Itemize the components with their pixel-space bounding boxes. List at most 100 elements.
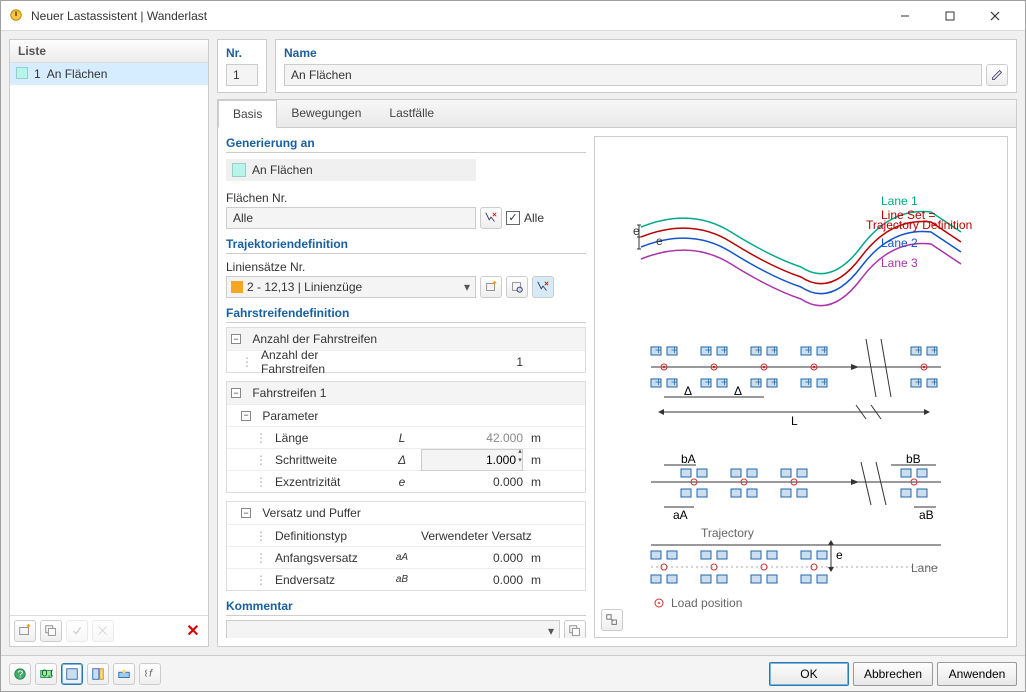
svg-text:+: + [821, 375, 828, 389]
svg-text:+: + [805, 343, 812, 357]
tab-bar: Basis Bewegungen Lastfälle [218, 100, 1016, 128]
list-item[interactable]: 1 An Flächen [10, 63, 208, 85]
list-panel: Liste 1 An Flächen ✕ [9, 39, 209, 647]
kommentar-combo[interactable]: ▾ [226, 620, 560, 638]
deftyp-val[interactable]: Verwendeter Versatz [417, 527, 557, 545]
edit-lineset-button[interactable] [506, 276, 528, 298]
collapse-icon[interactable]: − [231, 388, 241, 398]
pick-flaechen-button[interactable] [480, 207, 502, 229]
svg-text:e: e [836, 548, 843, 562]
ok-button[interactable]: OK [769, 662, 849, 686]
end-val[interactable]: 0.000 [417, 571, 527, 589]
footer-info-button[interactable]: ? [9, 663, 31, 685]
footer-units-button[interactable]: 0,00 [35, 663, 57, 685]
liniensaetze-combo[interactable]: 2 - 12,13 | Linienzüge ▾ [226, 276, 476, 298]
versatz-header: Versatz und Puffer [262, 506, 361, 520]
chevron-down-icon[interactable]: ▾ [459, 280, 475, 294]
new-item-button[interactable] [14, 620, 36, 642]
footer: ? 0,00 f OK Abbrechen Anwenden [1, 655, 1025, 691]
name-input[interactable]: An Flächen [284, 64, 982, 86]
svg-text:+: + [671, 343, 678, 357]
form-column: Generierung an An Flächen Flächen Nr. Al… [226, 136, 586, 638]
svg-text:Lane: Lane [911, 561, 938, 575]
window-controls [882, 2, 1017, 30]
trajektorie-section: Trajektoriendefinition Liniensätze Nr. 2… [226, 237, 586, 298]
svg-text:bA: bA [681, 452, 696, 466]
footer-view2-button[interactable] [87, 663, 109, 685]
anzahl-label: Anzahl der Fahrstreifen [261, 348, 383, 376]
collapse-icon[interactable]: − [231, 334, 241, 344]
kommentar-lib-button[interactable] [564, 620, 586, 638]
svg-text:+: + [771, 375, 778, 389]
generierung-value: An Flächen [252, 163, 313, 177]
collapse-icon[interactable]: − [241, 411, 251, 421]
param-table-versatz: − Versatz und Puffer ⋮Definitionstyp Ver… [226, 501, 586, 591]
footer-render-button[interactable] [113, 663, 135, 685]
content-area: Liste 1 An Flächen ✕ Nr. 1 [1, 31, 1025, 655]
schritt-unit: m [527, 451, 547, 469]
delete-button[interactable]: ✕ [182, 620, 204, 642]
laenge-label: Länge [275, 431, 308, 445]
name-label: Name [284, 46, 1008, 60]
footer-script-button[interactable]: f [139, 663, 161, 685]
generierung-title: Generierung an [226, 136, 586, 153]
exz-val[interactable]: 0.000 [417, 473, 527, 491]
list-item-label: An Flächen [47, 67, 108, 81]
spin-buttons[interactable]: ▴▾ [514, 448, 526, 466]
svg-text:+: + [755, 375, 762, 389]
generierung-value-box: An Flächen [226, 159, 476, 181]
anfang-sym: aA [387, 550, 417, 565]
copy-item-button[interactable] [40, 620, 62, 642]
svg-text:+: + [931, 375, 938, 389]
nr-value[interactable]: 1 [226, 64, 258, 86]
color-swatch-icon [231, 281, 243, 293]
tab-bewegungen[interactable]: Bewegungen [277, 100, 375, 127]
svg-text:+: + [821, 343, 828, 357]
svg-text:+: + [915, 343, 922, 357]
exz-unit: m [527, 473, 547, 491]
main-area: Nr. 1 Name An Flächen Basis Bewegungen L… [217, 39, 1017, 647]
tab-lastfaelle[interactable]: Lastfälle [375, 100, 448, 127]
svg-text:+: + [721, 343, 728, 357]
minimize-button[interactable] [882, 2, 927, 30]
svg-text:+: + [805, 375, 812, 389]
schritt-label: Schrittweite [275, 453, 337, 467]
close-button[interactable] [972, 2, 1017, 30]
svg-text:+: + [705, 375, 712, 389]
footer-view1-button[interactable] [61, 663, 83, 685]
deftyp-label: Definitionstyp [275, 529, 347, 543]
anfang-val[interactable]: 0.000 [417, 549, 527, 567]
flaechen-input[interactable]: Alle [226, 207, 476, 229]
diagram-panel: Lane 1 Line Set = Trajectory Definition … [594, 136, 1008, 638]
svg-text:+: + [671, 375, 678, 389]
svg-text:Trajectory Definition: Trajectory Definition [866, 218, 972, 232]
apply-button[interactable]: Anwenden [937, 662, 1017, 686]
exclude-button [92, 620, 114, 642]
cancel-button[interactable]: Abbrechen [853, 662, 933, 686]
svg-text:aA: aA [673, 508, 688, 522]
kommentar-section: Kommentar ▾ [226, 599, 586, 638]
new-lineset-button[interactable] [480, 276, 502, 298]
pick-lineset-button[interactable] [532, 276, 554, 298]
svg-text:+: + [771, 343, 778, 357]
collapse-icon[interactable]: − [241, 508, 251, 518]
edit-name-button[interactable] [986, 64, 1008, 86]
f1-header: Fahrstreifen 1 [252, 386, 326, 400]
laenge-sym: L [387, 429, 417, 447]
chevron-down-icon[interactable]: ▾ [543, 624, 559, 638]
maximize-button[interactable] [927, 2, 972, 30]
svg-text:aB: aB [919, 508, 934, 522]
svg-text:Lane 3: Lane 3 [881, 256, 918, 270]
svg-text:0,00: 0,00 [42, 667, 53, 679]
tab-basis[interactable]: Basis [218, 100, 277, 128]
svg-text:f: f [149, 667, 153, 679]
schritt-input[interactable] [421, 449, 523, 471]
alle-checkbox[interactable] [506, 211, 520, 225]
param-table-f1: − Fahrstreifen 1 − Parameter ⋮Länge L [226, 381, 586, 493]
diagram-zoom-button[interactable] [601, 609, 623, 631]
anzahl-value[interactable]: 1 [417, 353, 527, 371]
anfang-label: Anfangsversatz [275, 551, 358, 565]
end-sym: aB [387, 572, 417, 587]
fahrstreifen-title: Fahrstreifendefinition [226, 306, 586, 323]
svg-text:+: + [931, 343, 938, 357]
